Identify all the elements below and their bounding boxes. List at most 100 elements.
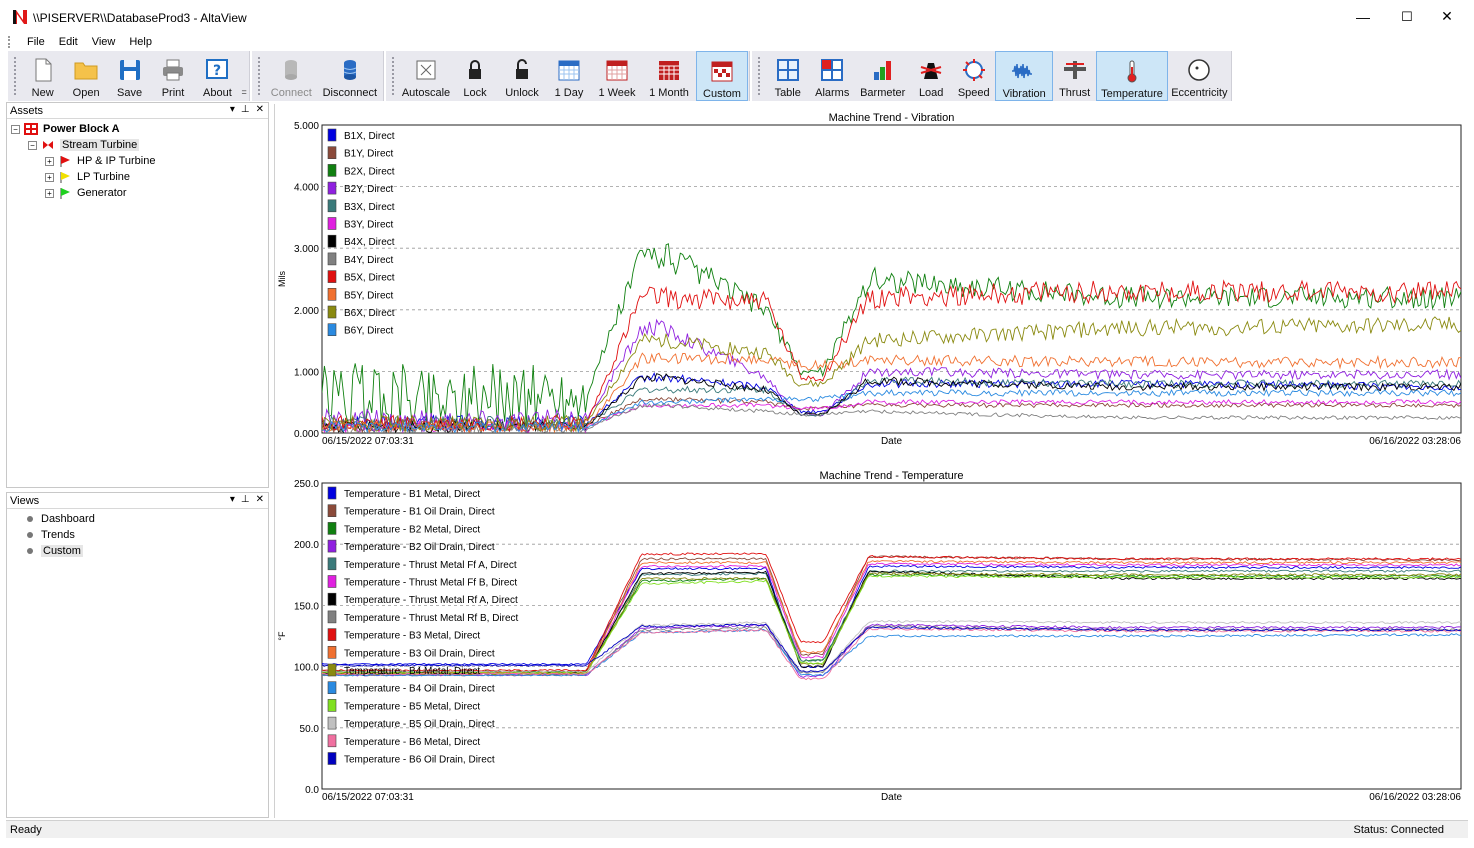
barmeter-icon	[873, 61, 891, 80]
custom-range-button[interactable]: Custom	[696, 51, 748, 101]
window-title: \\PISERVER\\DatabaseProd3 - AltaView	[33, 11, 247, 25]
temperature-legend-label: Temperature - B6 Metal, Direct	[344, 737, 480, 748]
tree-item-stream-turbine[interactable]: − Stream Turbine	[28, 137, 140, 153]
vibration-y-tick-label: 1.000	[294, 367, 319, 378]
connect-label: Connect	[270, 87, 312, 99]
new-button[interactable]: New	[22, 51, 63, 101]
one-month-button[interactable]: 1 Month	[642, 51, 696, 101]
minimize-button[interactable]: —	[1340, 0, 1386, 33]
altaview-logo-icon	[13, 10, 27, 24]
database-icon	[343, 60, 357, 80]
unlock-label: Unlock	[505, 87, 539, 99]
alarms-button[interactable]: Alarms	[809, 51, 855, 101]
tree-item-lp-turbine[interactable]: + LP Turbine	[45, 169, 130, 185]
view-item-trends[interactable]: Trends	[27, 527, 75, 543]
thrust-button[interactable]: Thrust	[1053, 51, 1097, 101]
barmeter-label: Barmeter	[860, 87, 906, 99]
temperature-legend-label: Temperature - B5 Oil Drain, Direct	[344, 719, 495, 730]
temperature-legend-label: Temperature - Thrust Metal Rf A, Direct	[344, 595, 518, 606]
temperature-legend-label: Temperature - B1 Metal, Direct	[344, 489, 480, 500]
vibration-legend-label: B4Y, Direct	[344, 255, 394, 266]
temperature-legend-swatch	[327, 628, 337, 641]
vibration-legend-label: B3X, Direct	[344, 202, 395, 213]
title-bar: \\PISERVER\\DatabaseProd3 - AltaView — ☐…	[0, 0, 1474, 33]
temperature-legend-label: Temperature - Thrust Metal Ff B, Direct	[344, 578, 517, 589]
status-ready: Ready	[10, 824, 42, 836]
eccentricity-button[interactable]: Eccentricity	[1168, 51, 1231, 101]
about-button[interactable]: ? About	[196, 51, 239, 101]
expand-icon[interactable]: +	[45, 188, 54, 198]
tree-item-hp-ip-turbine[interactable]: + HP & IP Turbine	[45, 153, 155, 169]
status-connection: Status: Connected	[1353, 824, 1444, 836]
thrust-icon	[1063, 61, 1086, 79]
calendar-custom-icon	[711, 61, 733, 82]
menu-edit[interactable]: Edit	[52, 36, 85, 48]
vibration-y-tick-label: 3.000	[294, 244, 319, 255]
thermometer-icon	[1127, 60, 1137, 83]
chevron-down-icon[interactable]: ▾	[230, 104, 235, 115]
views-panel-header: Views ▾ ⊥ ✕	[7, 493, 268, 509]
temperature-legend-swatch	[327, 575, 337, 588]
load-button[interactable]: Load	[910, 51, 952, 101]
tree-item-label: LP Turbine	[77, 171, 131, 183]
temperature-legend-swatch	[327, 681, 337, 695]
temperature-x-start-label: 06/15/2022 07:03:31	[322, 792, 414, 803]
save-button[interactable]: Save	[109, 51, 150, 101]
one-month-label: 1 Month	[649, 87, 689, 99]
toolbar-overflow-button[interactable]: =	[239, 51, 249, 101]
file-toolbar: New Open Save Print ? About =	[8, 51, 250, 101]
temperature-button[interactable]: Temperature	[1096, 51, 1168, 101]
menu-file[interactable]: File	[20, 36, 52, 48]
lock-label: Lock	[463, 87, 487, 99]
autoscale-button[interactable]: Autoscale	[400, 51, 452, 101]
open-button[interactable]: Open	[63, 51, 108, 101]
plant-icon	[24, 123, 38, 135]
speed-button[interactable]: Speed	[952, 51, 996, 101]
expand-icon[interactable]: +	[45, 156, 54, 166]
barmeter-button[interactable]: Barmeter	[855, 51, 910, 101]
assets-panel: Assets ▾ ⊥ ✕ − Power Block A − Stream Turbi…	[6, 102, 269, 488]
pin-icon[interactable]: ⊥	[241, 104, 250, 115]
expand-icon[interactable]: +	[45, 172, 54, 182]
vibration-legend-swatch	[327, 199, 337, 213]
temperature-x-axis-label: Date	[881, 792, 903, 803]
unlock-button[interactable]: Unlock	[498, 51, 546, 101]
temperature-legend-label: Temperature - B3 Oil Drain, Direct	[344, 648, 495, 659]
lock-button[interactable]: Lock	[452, 51, 498, 101]
help-icon: ?	[206, 59, 229, 79]
view-item-custom[interactable]: Custom	[27, 543, 83, 559]
pin-icon[interactable]: ⊥	[241, 494, 250, 505]
one-day-button[interactable]: 1 Day	[546, 51, 592, 101]
new-label: New	[31, 87, 54, 99]
close-icon[interactable]: ✕	[256, 104, 264, 115]
tree-item-power-block-a[interactable]: − Power Block A	[11, 121, 120, 137]
temperature-legend-label: Temperature - B4 Oil Drain, Direct	[344, 684, 495, 695]
collapse-icon[interactable]: −	[11, 124, 20, 134]
disconnect-button[interactable]: Disconnect	[317, 51, 383, 101]
collapse-icon[interactable]: −	[28, 140, 37, 150]
vibration-legend-swatch	[327, 234, 337, 248]
tree-item-label: Stream Turbine	[60, 139, 140, 151]
temperature-legend-label: Temperature - B6 Oil Drain, Direct	[344, 755, 495, 766]
close-icon[interactable]: ✕	[256, 494, 264, 505]
temperature-label: Temperature	[1101, 88, 1163, 100]
temperature-legend-label: Temperature - B2 Metal, Direct	[344, 524, 480, 535]
one-week-button[interactable]: 1 Week	[592, 51, 642, 101]
print-button[interactable]: Print	[150, 51, 195, 101]
connect-button[interactable]: Connect	[266, 51, 317, 101]
menu-view[interactable]: View	[85, 36, 123, 48]
tree-item-generator[interactable]: + Generator	[45, 185, 127, 201]
alarms-icon	[821, 59, 844, 81]
temperature-legend-swatch	[327, 663, 337, 677]
menu-help[interactable]: Help	[122, 36, 159, 48]
svg-text:?: ?	[213, 63, 221, 79]
view-item-dashboard[interactable]: Dashboard	[27, 511, 95, 527]
chevron-down-icon[interactable]: ▾	[230, 494, 235, 505]
vibration-button[interactable]: Vibration	[995, 51, 1053, 101]
close-button[interactable]: ✕	[1424, 0, 1470, 33]
table-button[interactable]: Table	[766, 51, 810, 101]
trend-charts-svg[interactable]: Machine Trend - Vibration 5.000 4.000 3.000…	[275, 104, 1469, 818]
menu-bar: File Edit View Help	[8, 33, 1468, 51]
calendar-day-icon	[558, 60, 580, 81]
temperature-legend-swatch	[327, 557, 337, 571]
